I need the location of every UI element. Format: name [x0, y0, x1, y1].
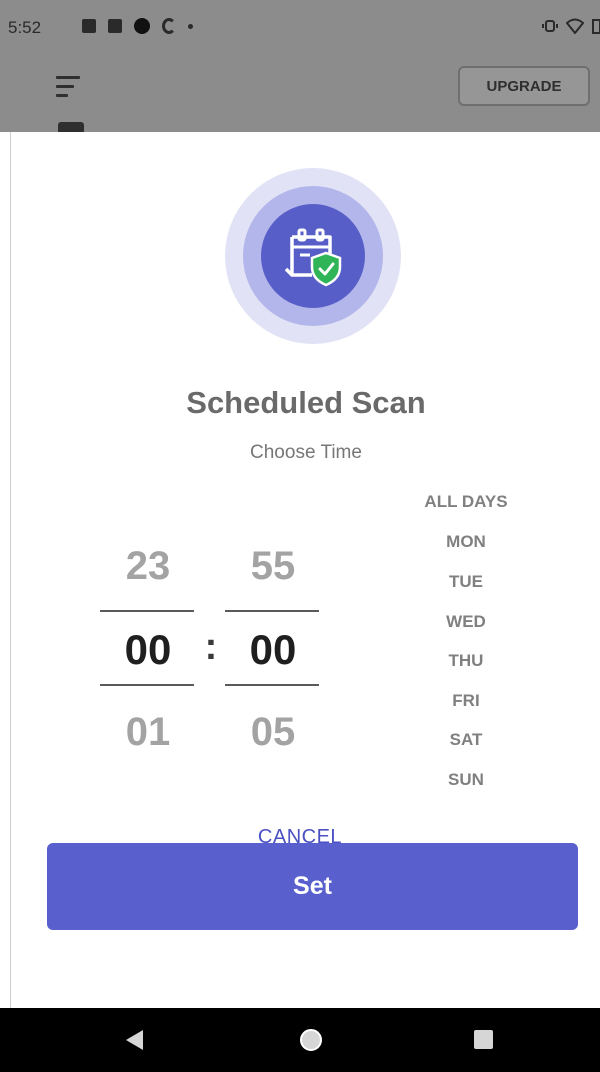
day-sat[interactable]: SAT [411, 730, 521, 750]
navigation-bar [0, 1008, 600, 1072]
battery-icon [592, 19, 600, 34]
calendar-shield-icon [284, 228, 342, 287]
cancel-button[interactable]: CANCEL [0, 826, 600, 849]
minute-selected[interactable]: 00 [225, 626, 321, 674]
back-icon[interactable] [126, 1030, 143, 1050]
day-mon[interactable]: MON [411, 532, 521, 552]
dialog-subtitle: Choose Time [250, 442, 362, 463]
hour-prev[interactable]: 23 [100, 544, 196, 589]
status-icons-left [82, 18, 193, 34]
image-icon [82, 19, 96, 33]
status-time: 5:52 [8, 18, 42, 37]
scan-icon-circle [261, 204, 365, 308]
minute-next[interactable]: 05 [225, 710, 321, 755]
menu-icon[interactable] [56, 76, 80, 98]
scheduled-scan-dialog: Scheduled Scan Choose Time 23 00 01 : 55… [10, 132, 600, 1008]
home-icon[interactable] [300, 1029, 322, 1051]
app-header: UPGRADE [0, 64, 600, 134]
scan-icon-badge [225, 168, 401, 344]
upgrade-button[interactable]: UPGRADE [458, 66, 590, 106]
dot-icon [188, 23, 193, 29]
day-wed[interactable]: WED [411, 612, 521, 632]
vibrate-icon [542, 20, 558, 32]
hour-next[interactable]: 01 [100, 710, 196, 755]
hour-selected[interactable]: 00 [100, 626, 196, 674]
day-tue[interactable]: TUE [411, 572, 521, 592]
hour-divider-top [100, 610, 194, 612]
day-sun[interactable]: SUN [411, 770, 521, 790]
recents-icon[interactable] [474, 1030, 493, 1049]
gallery-icon [108, 19, 122, 33]
day-all-days[interactable]: ALL DAYS [411, 492, 521, 512]
dialog-title: Scheduled Scan [186, 385, 426, 420]
status-bar: 5:52 [0, 0, 600, 64]
wifi-icon [566, 18, 584, 34]
minute-prev[interactable]: 55 [225, 544, 321, 589]
c-icon [162, 18, 176, 34]
time-separator: : [204, 626, 218, 668]
hour-divider-bottom [100, 684, 194, 686]
scan-icon-ring [243, 186, 383, 326]
day-fri[interactable]: FRI [411, 691, 521, 711]
status-icons-right [542, 18, 600, 34]
day-thu[interactable]: THU [411, 651, 521, 671]
circle-icon [134, 18, 150, 34]
set-button[interactable]: Set [47, 843, 578, 930]
minute-divider-top [225, 610, 319, 612]
minute-divider-bottom [225, 684, 319, 686]
